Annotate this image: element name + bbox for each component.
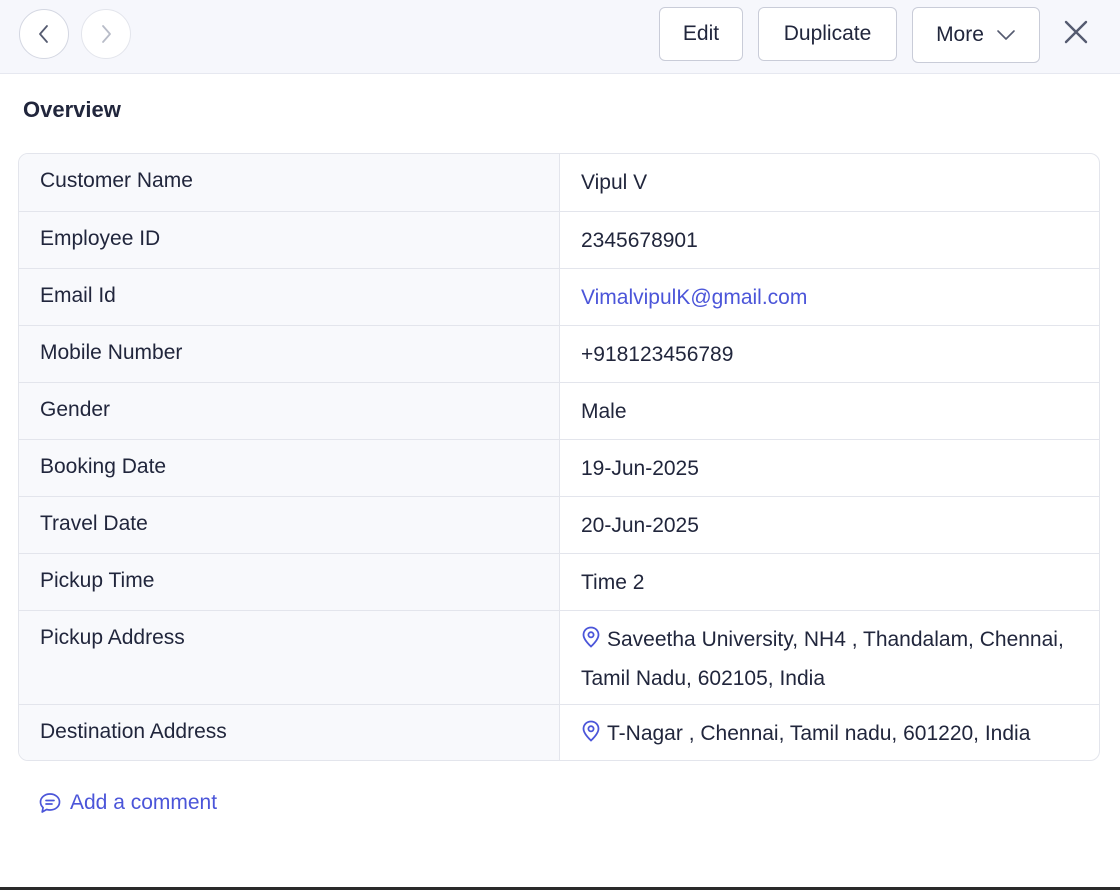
more-button[interactable]: More [912,7,1040,63]
field-value-cell: VimalvipulK@gmail.com [560,269,1099,325]
add-comment-link[interactable]: Add a comment [38,791,217,815]
destination-address-value: T-Nagar , Chennai, Tamil nadu, 601220, I… [560,705,1099,760]
chevron-right-icon [102,25,111,43]
field-value: Time 2 [581,571,645,594]
chevron-down-icon [996,29,1016,41]
duplicate-button-label: Duplicate [783,22,872,45]
field-label: Customer Name [19,154,560,211]
table-row: Pickup Address Saveetha University, NH4 … [19,610,1099,704]
overview-table: Customer Name Vipul V Employee ID 234567… [18,153,1100,761]
field-label: Pickup Address [19,611,560,704]
table-row: Email Id VimalvipulK@gmail.com [19,268,1099,325]
table-row: Destination Address T-Nagar , Chennai, T… [19,704,1099,760]
table-row: Travel Date 20-Jun-2025 [19,496,1099,553]
table-row: Gender Male [19,382,1099,439]
field-label: Pickup Time [19,554,560,610]
edit-button[interactable]: Edit [659,7,743,61]
comment-icon [38,791,62,815]
back-button[interactable] [19,9,69,59]
more-button-label: More [936,23,984,46]
table-row: Pickup Time Time 2 [19,553,1099,610]
field-value: 20-Jun-2025 [581,514,699,537]
chevron-left-icon [39,25,48,43]
field-label: Mobile Number [19,326,560,382]
field-label: Booking Date [19,440,560,496]
close-icon [1064,20,1088,44]
pickup-address-line2: Tamil Nadu, 602105, India [581,667,825,690]
table-row: Mobile Number +918123456789 [19,325,1099,382]
field-value: 2345678901 [581,229,698,252]
table-row: Employee ID 2345678901 [19,211,1099,268]
field-label: Gender [19,383,560,439]
email-link[interactable]: VimalvipulK@gmail.com [581,286,807,309]
table-row: Customer Name Vipul V [19,154,1099,211]
pickup-address-line1: Saveetha University, NH4 , Thandalam, Ch… [607,628,1064,651]
field-value: Vipul V [581,171,648,194]
field-label: Destination Address [19,705,560,760]
location-pin-icon [581,623,601,660]
forward-button[interactable] [81,9,131,59]
field-label: Travel Date [19,497,560,553]
destination-address-text: T-Nagar , Chennai, Tamil nadu, 601220, I… [607,722,1031,745]
field-label: Email Id [19,269,560,325]
field-label: Employee ID [19,212,560,268]
add-comment-label: Add a comment [70,791,218,814]
table-row: Booking Date 19-Jun-2025 [19,439,1099,496]
field-value: Male [581,400,627,423]
field-value: +918123456789 [581,343,734,366]
pickup-address-value: Saveetha University, NH4 , Thandalam, Ch… [560,606,1099,704]
edit-button-label: Edit [682,22,720,45]
duplicate-button[interactable]: Duplicate [758,7,897,61]
location-pin-icon [581,720,601,749]
field-value: 19-Jun-2025 [581,457,699,480]
close-button[interactable] [1058,14,1094,50]
record-toolbar: Edit Duplicate More [0,0,1120,74]
section-title: Overview [23,97,121,122]
